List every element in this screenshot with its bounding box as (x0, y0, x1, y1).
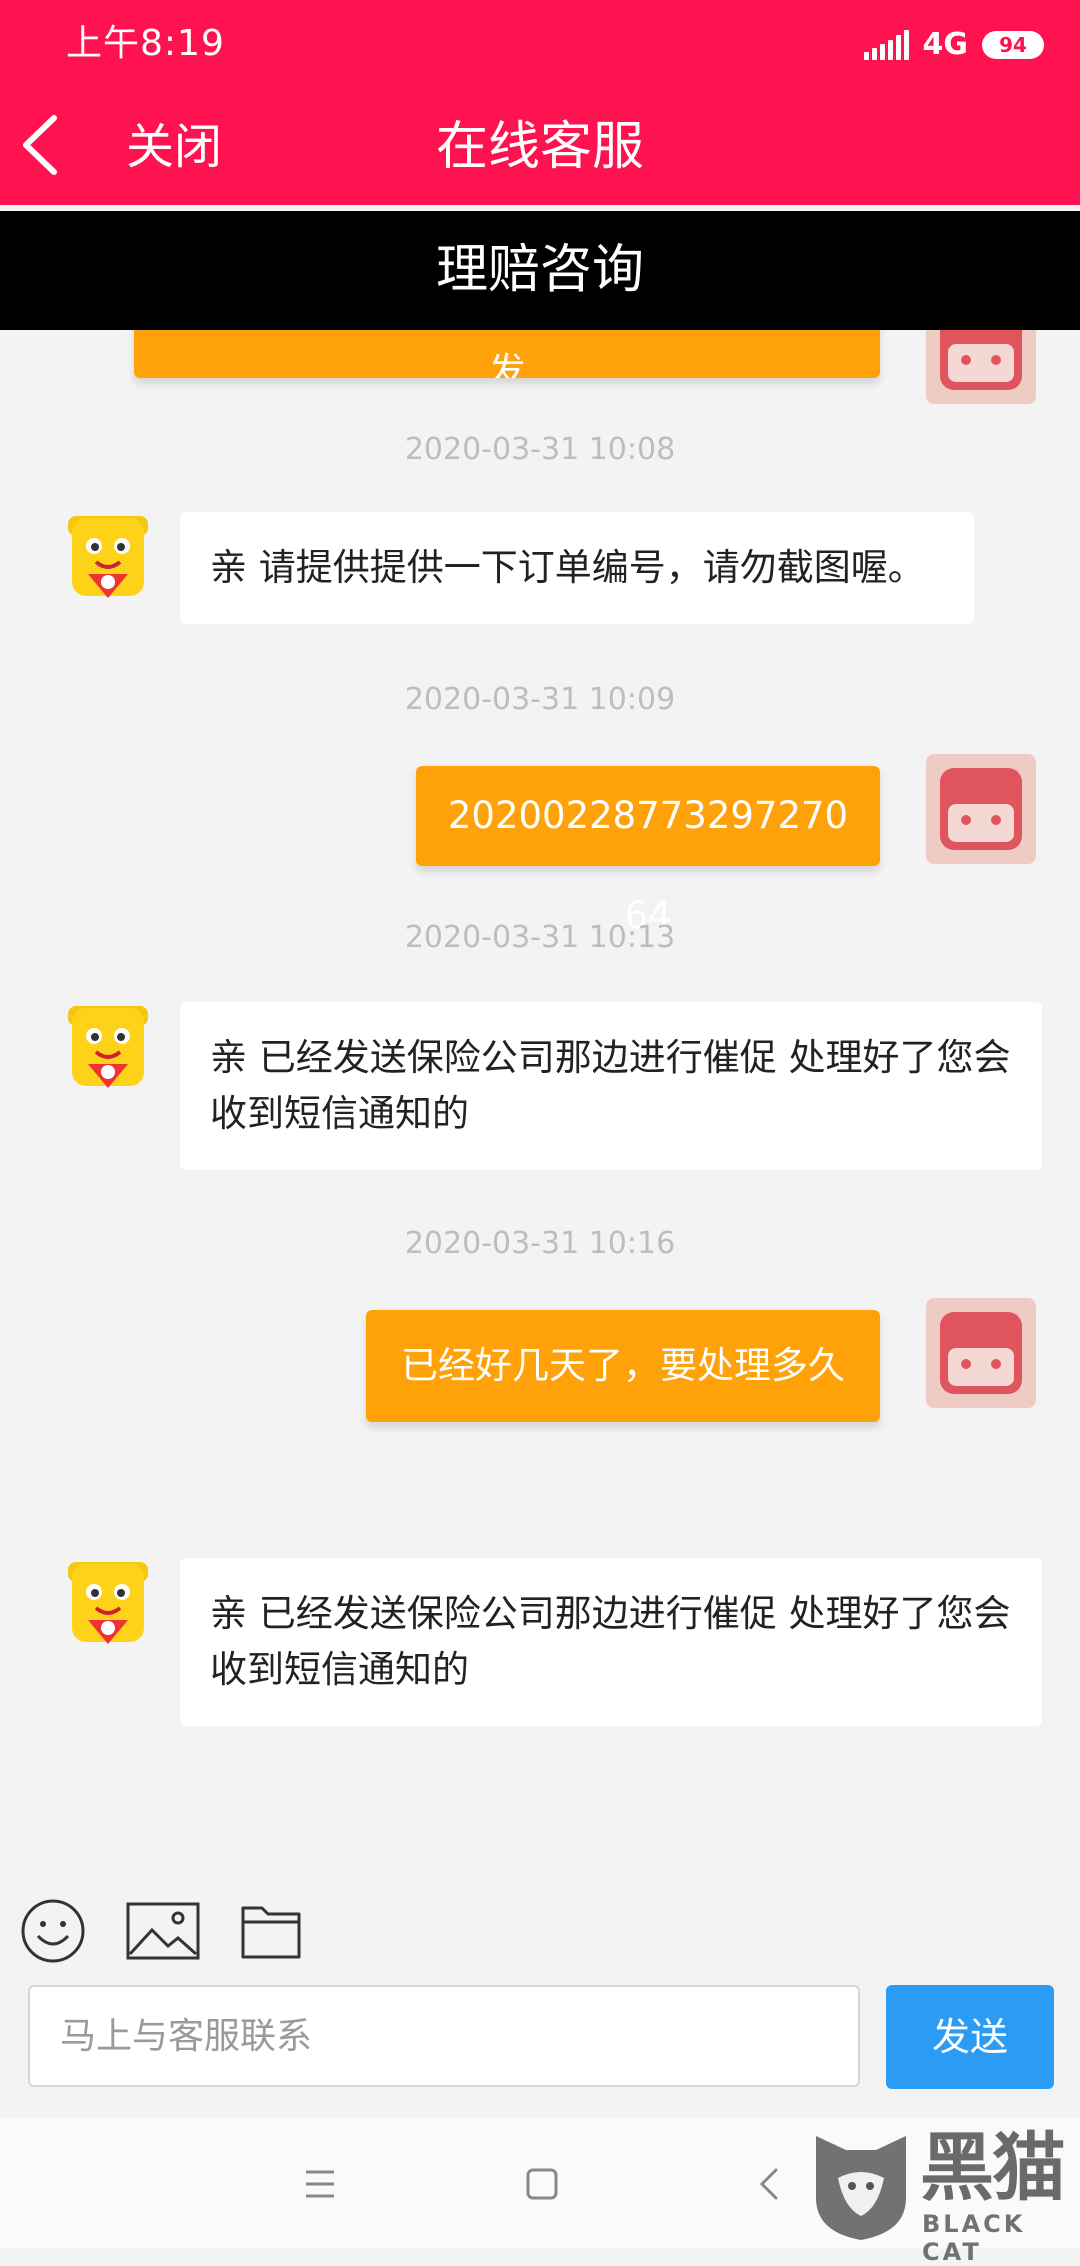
send-button[interactable]: 发送 (886, 1985, 1054, 2089)
message-text: 亲 已经发送保险公司那边进行催促 处理好了您会收到短信通知的 (210, 1592, 1011, 1691)
service-message[interactable]: 亲 已经发送保险公司那边进行催促 处理好了您会收到短信通知的 (180, 1002, 1042, 1170)
back-icon[interactable] (740, 2154, 800, 2214)
status-indicators: 4G 94 (863, 24, 1044, 66)
service-message[interactable]: 亲 已经发送保险公司那边进行催促 处理好了您会收到短信通知的 (180, 1558, 1042, 1726)
message-timestamp: 2020-03-31 10:08 (404, 432, 676, 467)
cartoon-face-icon (940, 768, 1022, 850)
image-icon[interactable] (126, 1902, 200, 1960)
cartoon-face-icon (940, 330, 1022, 390)
user-message[interactable]: 能不能更是经被，你们是保险难道人是太发 (134, 330, 880, 378)
app-header: 上午8:19 4G 94 关闭 在线客服 (0, 0, 1080, 205)
user-avatar (926, 1298, 1036, 1408)
status-time: 上午8:19 (66, 23, 225, 64)
service-avatar (58, 996, 158, 1096)
message-text: 已经好几天了，要处理多久 (401, 1344, 845, 1387)
chat-toolbar (0, 1880, 1080, 1980)
folder-icon[interactable] (240, 1900, 302, 1960)
composer: 发送 (0, 1980, 1080, 2092)
smile-icon[interactable] (20, 1898, 86, 1964)
service-avatar (58, 506, 158, 606)
chat-topic-title: 理赔咨询 (0, 211, 1080, 330)
message-text: 亲 已经发送保险公司那边进行催促 处理好了您会收到短信通知的 (210, 1036, 1011, 1135)
black-cat-logo-icon (816, 2136, 906, 2240)
battery-icon: 94 (982, 31, 1044, 59)
message-timestamp: 2020-03-31 10:13 (404, 920, 676, 955)
taobao-mascot-icon (68, 516, 148, 598)
cartoon-face-icon (940, 1312, 1022, 1394)
user-avatar (926, 330, 1036, 404)
page-title: 在线客服 (435, 117, 644, 177)
network-type: 4G (922, 27, 969, 62)
taobao-mascot-icon (68, 1562, 148, 1644)
watermark-title: 黑猫 (920, 2125, 1066, 2211)
watermark-subtitle: BLACK CAT (922, 2210, 1026, 2266)
user-message[interactable]: 已经好几天了，要处理多久 (366, 1310, 880, 1422)
message-text: 能不能更是经被，你们是保险难道人是太发 (488, 350, 526, 378)
service-avatar (58, 1552, 158, 1652)
user-avatar (926, 754, 1036, 864)
user-message[interactable]: 20200228773297270​64 (416, 766, 880, 937)
menu-icon[interactable] (290, 2154, 350, 2214)
message-text: 20200228773297270​64 (447, 794, 849, 937)
home-icon[interactable] (512, 2154, 572, 2214)
message-timestamp: 2020-03-31 10:09 (404, 682, 676, 717)
message-input[interactable] (28, 1985, 860, 2087)
message-text: 亲 请提供提供一下订单编号，请勿截图喔。 (210, 546, 925, 589)
service-message[interactable]: 亲 请提供提供一下订单编号，请勿截图喔。 (180, 512, 974, 624)
taobao-mascot-icon (68, 1006, 148, 1088)
signal-icon (863, 30, 909, 60)
watermark: 黑猫 BLACK CAT (808, 2125, 1076, 2266)
chat-message-list[interactable]: 能不能更是经被，你们是保险难道人是太发 2020-03-31 10:08 亲 请… (0, 330, 1080, 1880)
message-timestamp: 2020-03-31 10:16 (404, 1226, 676, 1261)
